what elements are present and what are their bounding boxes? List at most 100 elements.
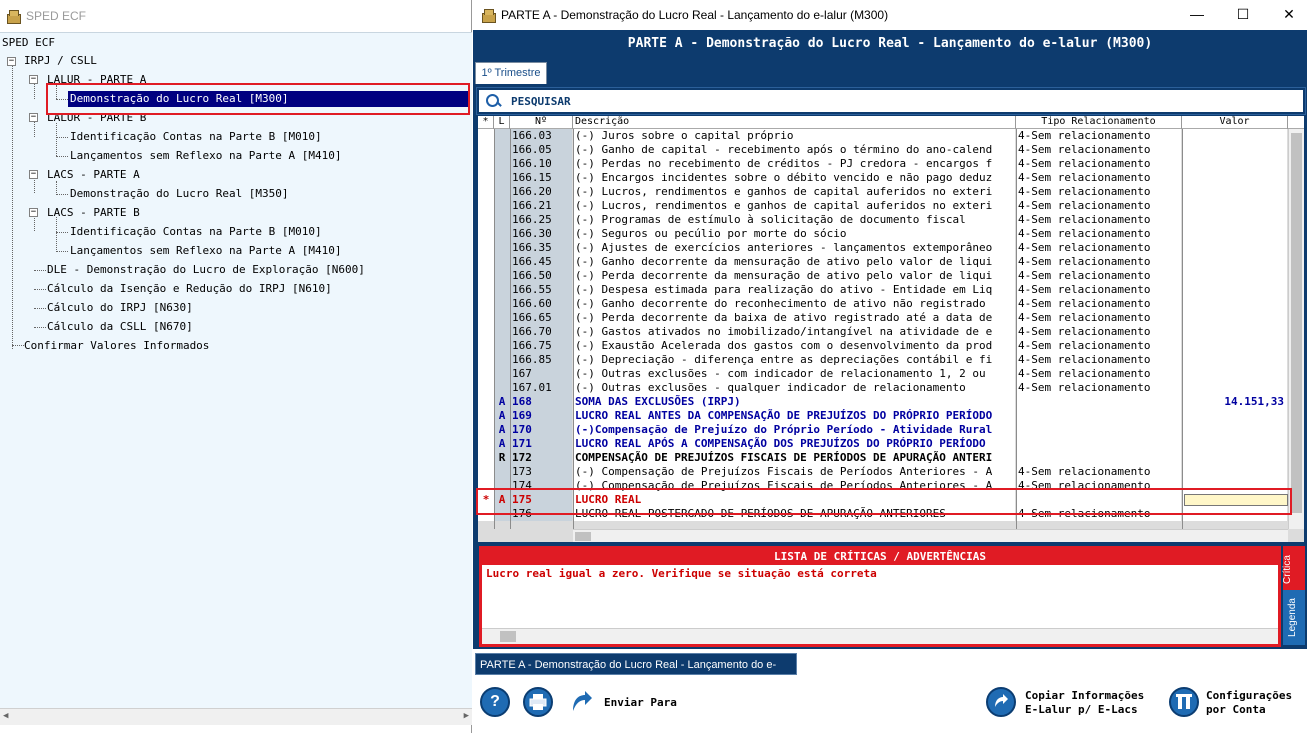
- cell-tipo[interactable]: [1016, 395, 1181, 409]
- horizontal-scrollbar[interactable]: ◀ ▶: [0, 708, 472, 725]
- cell-tipo[interactable]: 4-Sem relacionamento: [1016, 283, 1181, 297]
- cell-tipo[interactable]: [1016, 409, 1181, 423]
- config-line1[interactable]: Configurações: [1206, 689, 1292, 703]
- tree-node-lancamentos-m410-lacs[interactable]: Lançamentos sem Reflexo na Parte A [M410…: [70, 243, 342, 259]
- table-row[interactable]: 166.65 (-) Perda decorrente da baixa de a…: [478, 311, 1304, 325]
- table-row[interactable]: R 172 COMPENSAÇÃO DE PREJUÍZOS FISCAIS DE …: [478, 451, 1304, 465]
- table-row[interactable]: 166.20 (-) Lucros, rendimentos e ganhos d…: [478, 185, 1304, 199]
- window-tab[interactable]: PARTE A - Demonstração do Lucro Real - L…: [475, 653, 797, 693]
- cell-valor[interactable]: [1182, 409, 1287, 423]
- table-row[interactable]: 166.10 (-) Perdas no recebimento de crédi…: [478, 157, 1304, 171]
- cell-valor[interactable]: [1182, 311, 1287, 325]
- cell-tipo[interactable]: 4-Sem relacionamento: [1016, 199, 1181, 213]
- cell-valor[interactable]: [1182, 269, 1287, 283]
- cell-tipo[interactable]: 4-Sem relacionamento: [1016, 157, 1181, 171]
- tab-critica[interactable]: Crítica: [1282, 546, 1305, 590]
- tree-node-sped-ecf[interactable]: SPED ECF: [2, 35, 55, 51]
- cell-valor[interactable]: [1182, 325, 1287, 339]
- table-row[interactable]: A 169 LUCRO REAL ANTES DA COMPENSAÇÃO DE P…: [478, 409, 1304, 423]
- cell-valor[interactable]: [1182, 339, 1287, 353]
- config-button[interactable]: [1169, 687, 1199, 717]
- tab-legenda[interactable]: Legenda: [1283, 590, 1305, 645]
- scroll-thumb[interactable]: [575, 532, 591, 541]
- close-button[interactable]: ✕: [1266, 0, 1312, 30]
- tree-node-csll-n670[interactable]: Cálculo da CSLL [N670]: [47, 319, 193, 335]
- table-row[interactable]: A 170 (-)Compensação de Prejuízo do Própri…: [478, 423, 1304, 437]
- col-header-valor[interactable]: Valor: [1182, 116, 1288, 129]
- tree-node-identificacao-m010-lacs[interactable]: Identificação Contas na Parte B [M010]: [70, 224, 322, 240]
- cell-valor[interactable]: [1182, 129, 1287, 143]
- cell-tipo[interactable]: 4-Sem relacionamento: [1016, 269, 1181, 283]
- search-bar[interactable]: PESQUISAR: [476, 87, 1306, 115]
- col-header-numero[interactable]: Nº: [510, 116, 573, 129]
- collapse-icon[interactable]: −: [29, 113, 38, 122]
- col-header-l[interactable]: L: [494, 116, 510, 129]
- grid-horizontal-scrollbar[interactable]: [573, 529, 1288, 542]
- collapse-icon[interactable]: −: [29, 170, 38, 179]
- collapse-icon[interactable]: −: [7, 57, 16, 66]
- send-arrow-icon[interactable]: [569, 689, 593, 713]
- table-row[interactable]: 166.60 (-) Ganho decorrente do reconhecim…: [478, 297, 1304, 311]
- cell-valor[interactable]: 14.151,33: [1182, 395, 1287, 409]
- collapse-icon[interactable]: −: [29, 75, 38, 84]
- table-row[interactable]: 166.21 (-) Lucros, rendimentos e ganhos d…: [478, 199, 1304, 213]
- table-row[interactable]: 166.03 (-) Juros sobre o capital próprio 4…: [478, 129, 1304, 143]
- cell-tipo[interactable]: 4-Sem relacionamento: [1016, 465, 1181, 479]
- table-row[interactable]: 166.55 (-) Despesa estimada para realizaç…: [478, 283, 1304, 297]
- table-row[interactable]: 166.35 (-) Ajustes de exercícios anterior…: [478, 241, 1304, 255]
- scroll-thumb[interactable]: [1291, 133, 1302, 513]
- copiar-line1[interactable]: Copiar Informações: [1025, 689, 1144, 703]
- enviar-para-label[interactable]: Enviar Para: [604, 696, 677, 710]
- criticas-scrollbar[interactable]: [482, 628, 1278, 644]
- cell-valor[interactable]: [1182, 381, 1287, 395]
- cell-tipo[interactable]: 4-Sem relacionamento: [1016, 171, 1181, 185]
- cell-tipo[interactable]: 4-Sem relacionamento: [1016, 255, 1181, 269]
- cell-tipo[interactable]: [1016, 451, 1181, 465]
- cell-valor[interactable]: [1182, 465, 1287, 479]
- cell-valor[interactable]: [1182, 255, 1287, 269]
- config-line2[interactable]: por Conta: [1206, 703, 1266, 717]
- table-row[interactable]: 166.30 (-) Seguros ou pecúlio por morte d…: [478, 227, 1304, 241]
- tab-1-trimestre[interactable]: 1º Trimestre: [475, 62, 547, 84]
- cell-valor[interactable]: [1182, 367, 1287, 381]
- scroll-thumb[interactable]: [500, 631, 516, 642]
- table-row[interactable]: 166.75 (-) Exaustão Acelerada dos gastos …: [478, 339, 1304, 353]
- cell-tipo[interactable]: [1016, 437, 1181, 451]
- cell-tipo[interactable]: 4-Sem relacionamento: [1016, 129, 1181, 143]
- table-row[interactable]: 166.25 (-) Programas de estímulo à solici…: [478, 213, 1304, 227]
- col-header-descricao[interactable]: Descrição: [573, 116, 1016, 129]
- tree-node-demonstracao-m350[interactable]: Demonstração do Lucro Real [M350]: [70, 186, 289, 202]
- copiar-button[interactable]: [986, 687, 1016, 717]
- table-row[interactable]: 166.85 (-) Depreciação - diferença entre …: [478, 353, 1304, 367]
- tree-node-dle-n600[interactable]: DLE - Demonstração do Lucro de Exploraçã…: [47, 262, 365, 278]
- table-row[interactable]: 167 (-) Outras exclusões - com indicador …: [478, 367, 1304, 381]
- tree-node-lacs-parte-a[interactable]: LACS - PARTE A: [47, 167, 140, 183]
- help-button[interactable]: ?: [480, 687, 510, 717]
- cell-tipo[interactable]: 4-Sem relacionamento: [1016, 143, 1181, 157]
- cell-valor[interactable]: [1182, 423, 1287, 437]
- minimize-button[interactable]: —: [1174, 0, 1220, 30]
- cell-valor[interactable]: [1182, 171, 1287, 185]
- table-row[interactable]: 166.15 (-) Encargos incidentes sobre o dé…: [478, 171, 1304, 185]
- tree-node-irpj-n630[interactable]: Cálculo do IRPJ [N630]: [47, 300, 193, 316]
- table-row[interactable]: 166.05 (-) Ganho de capital - recebimento…: [478, 143, 1304, 157]
- critica-message[interactable]: Lucro real igual a zero. Verifique se si…: [482, 565, 1278, 582]
- cell-valor[interactable]: [1182, 143, 1287, 157]
- cell-tipo[interactable]: 4-Sem relacionamento: [1016, 339, 1181, 353]
- cell-tipo[interactable]: 4-Sem relacionamento: [1016, 353, 1181, 367]
- vertical-scrollbar[interactable]: [1288, 129, 1304, 529]
- col-header-star[interactable]: *: [478, 116, 494, 129]
- cell-tipo[interactable]: 4-Sem relacionamento: [1016, 241, 1181, 255]
- cell-valor[interactable]: [1182, 213, 1287, 227]
- tree-node-identificacao-m010[interactable]: Identificação Contas na Parte B [M010]: [70, 129, 322, 145]
- cell-valor[interactable]: [1182, 283, 1287, 297]
- cell-valor[interactable]: [1182, 451, 1287, 465]
- print-button[interactable]: [523, 687, 553, 717]
- table-row[interactable]: 166.50 (-) Perda decorrente da mensuração…: [478, 269, 1304, 283]
- cell-tipo[interactable]: 4-Sem relacionamento: [1016, 297, 1181, 311]
- cell-tipo[interactable]: 4-Sem relacionamento: [1016, 367, 1181, 381]
- cell-valor[interactable]: [1182, 157, 1287, 171]
- tree-node-lacs-parte-b[interactable]: LACS - PARTE B: [47, 205, 140, 221]
- cell-valor[interactable]: [1182, 185, 1287, 199]
- search-icon[interactable]: [485, 93, 501, 109]
